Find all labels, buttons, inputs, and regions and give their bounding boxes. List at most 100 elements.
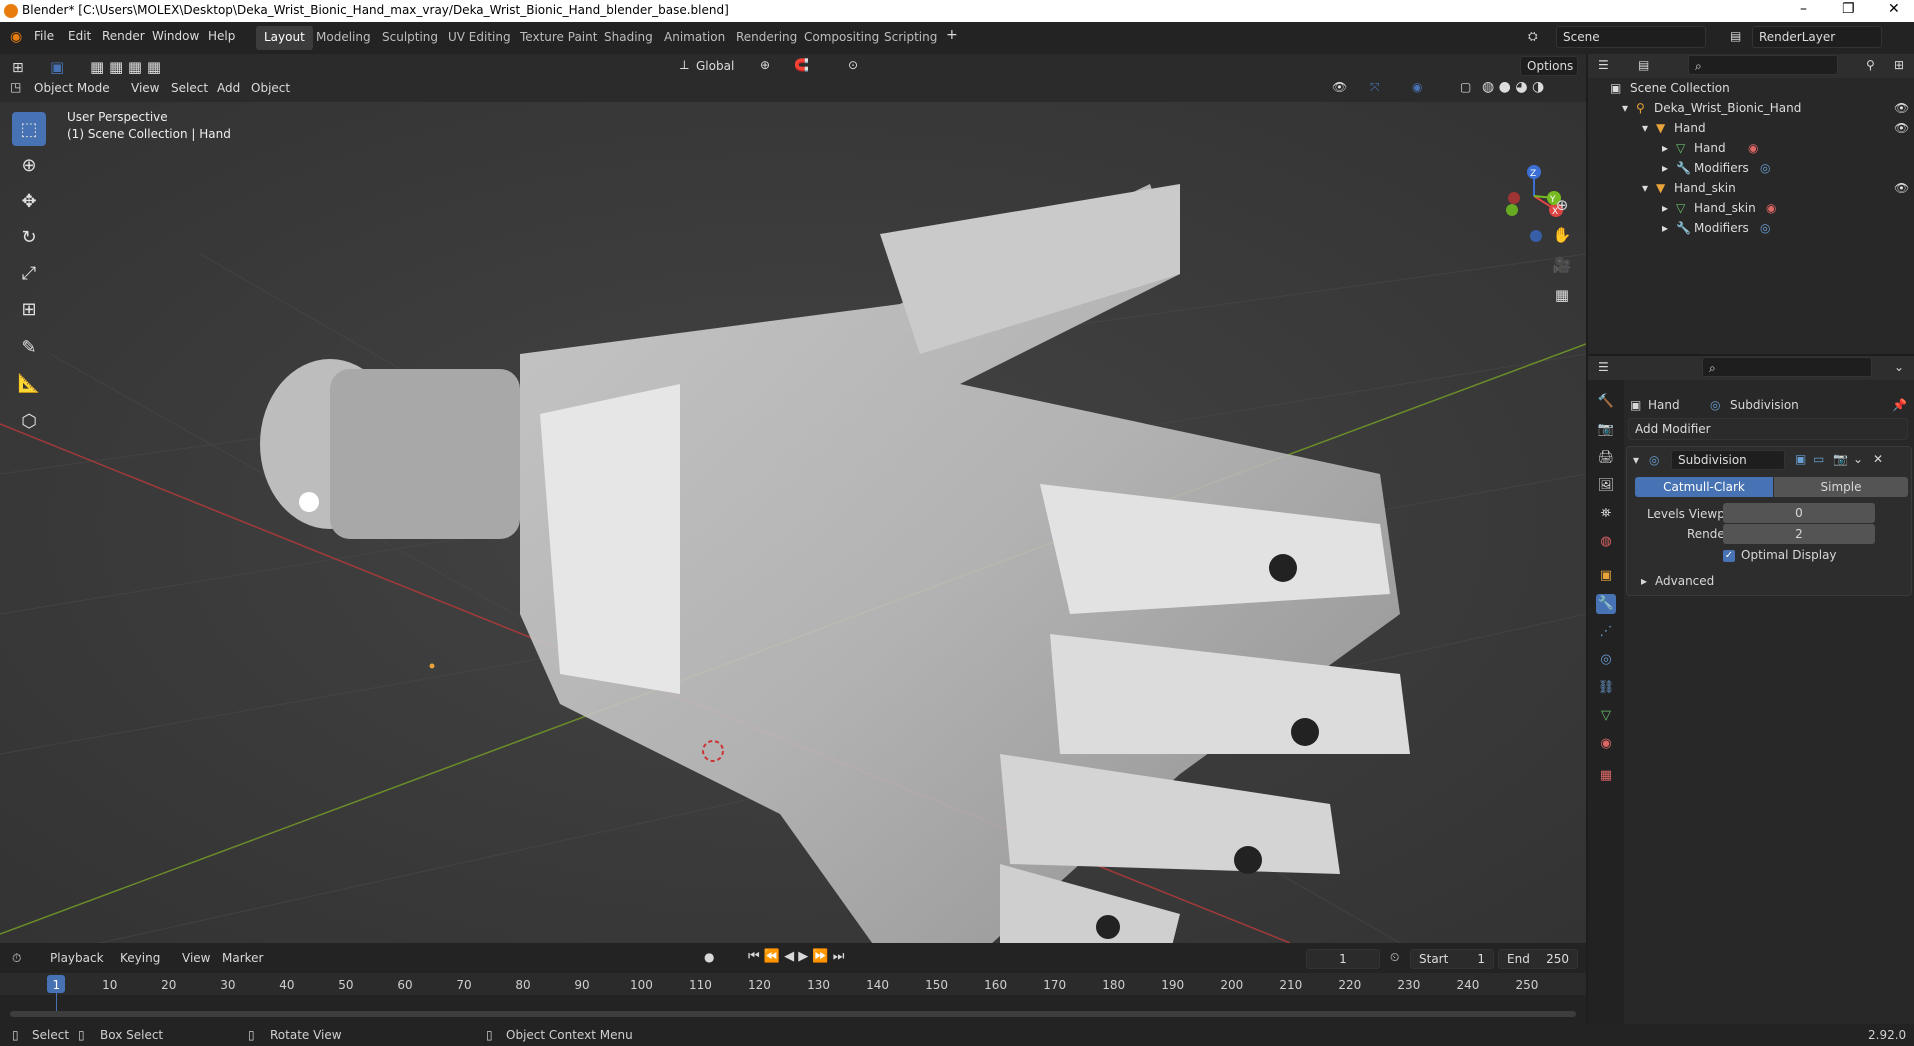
- object-mode-dropdown[interactable]: Object Mode: [34, 81, 110, 95]
- shading-modes-icon[interactable]: ◍ ● ◕ ◑: [1482, 79, 1544, 95]
- outliner-row-hand-skin-modifiers[interactable]: ▸ 🔧 Modifiers ◎: [1588, 218, 1914, 238]
- move-tool-icon[interactable]: ✥: [12, 184, 46, 218]
- menu-help[interactable]: Help: [208, 29, 235, 43]
- scale-tool-icon[interactable]: ⤢: [12, 256, 46, 290]
- eye-icon[interactable]: 👁: [1894, 101, 1909, 115]
- new-collection-icon[interactable]: ⊞: [1894, 58, 1904, 72]
- tab-sculpting[interactable]: Sculpting: [374, 26, 446, 50]
- viewport-toggle-icon[interactable]: ▭: [1813, 452, 1824, 466]
- marker-menu[interactable]: Marker: [222, 951, 263, 965]
- add-modifier-dropdown[interactable]: Add Modifier: [1628, 418, 1908, 440]
- snap-icon[interactable]: 🧲: [794, 58, 809, 72]
- pan-hand-icon[interactable]: ✋: [1549, 222, 1575, 248]
- measure-tool-icon[interactable]: 📐: [12, 366, 46, 400]
- view-layer-tab-icon[interactable]: 🖼: [1596, 476, 1616, 496]
- selection-modes-icon[interactable]: ▦ ▦ ▦ ▦: [90, 58, 161, 76]
- menu-file[interactable]: File: [34, 29, 54, 43]
- display-mode-icon[interactable]: ▤: [1638, 58, 1649, 72]
- advanced-section[interactable]: Advanced: [1655, 574, 1714, 588]
- menu-render[interactable]: Render: [102, 29, 145, 43]
- menu-view[interactable]: View: [131, 81, 159, 95]
- add-workspace-icon[interactable]: +: [946, 27, 958, 43]
- grid-toggle-icon[interactable]: ▦: [1549, 282, 1575, 308]
- expand-arrow-icon[interactable]: ▾: [1642, 121, 1648, 135]
- expand-arrow-icon[interactable]: ▸: [1662, 141, 1668, 155]
- expand-arrow-icon[interactable]: ▾: [1622, 101, 1628, 115]
- render-toggle-icon[interactable]: 📷: [1833, 452, 1848, 466]
- scene-selector[interactable]: Scene: [1556, 26, 1706, 48]
- zoom-icon[interactable]: ⊕: [1549, 192, 1575, 218]
- tab-rendering[interactable]: Rendering: [728, 26, 805, 50]
- modifier-name-input[interactable]: Subdivision: [1671, 450, 1785, 470]
- proportional-edit-icon[interactable]: ⊙: [848, 58, 858, 72]
- particles-tab-icon[interactable]: ⋰: [1596, 622, 1616, 642]
- object-tab-icon[interactable]: ▣: [1596, 566, 1616, 586]
- outliner-editor-icon[interactable]: ☰: [1598, 58, 1609, 72]
- tab-scripting[interactable]: Scripting: [876, 26, 945, 50]
- playback-controls-icon[interactable]: ⏮ ⏪ ◀ ▶ ⏩ ⏭: [748, 949, 844, 964]
- render-layer-selector[interactable]: RenderLayer: [1752, 26, 1882, 48]
- advanced-arrow-icon[interactable]: ▸: [1641, 574, 1647, 588]
- world-tab-icon[interactable]: ◍: [1596, 532, 1616, 552]
- orientation-dropdown[interactable]: Global: [696, 59, 734, 73]
- scene-tab-icon[interactable]: ⛯: [1596, 504, 1616, 524]
- visibility-icon[interactable]: 👁: [1332, 80, 1347, 94]
- outliner-row-hand-skin[interactable]: ▾ ▼ Hand_skin 👁: [1588, 178, 1914, 198]
- select-mode-icon[interactable]: ▣: [50, 58, 64, 76]
- select-box-tool-icon[interactable]: ⬚: [12, 112, 46, 146]
- expand-arrow-icon[interactable]: ▾: [1642, 181, 1648, 195]
- menu-object[interactable]: Object: [251, 81, 290, 95]
- orientation-icon[interactable]: ⟂: [680, 58, 689, 73]
- menu-window[interactable]: Window: [152, 29, 199, 43]
- outliner-row-hand[interactable]: ▾ ▼ Hand 👁: [1588, 118, 1914, 138]
- editor-type-icon[interactable]: ⊞: [12, 60, 24, 76]
- add-cube-tool-icon[interactable]: ⬡: [12, 404, 46, 438]
- material-tab-icon[interactable]: ◉: [1596, 734, 1616, 754]
- outliner-row-hand-mesh[interactable]: ▸ ▽ Hand ◉: [1588, 138, 1914, 158]
- tab-layout[interactable]: Layout: [256, 26, 313, 50]
- outliner-search-input[interactable]: ⌕: [1688, 55, 1838, 75]
- end-frame-field[interactable]: End 250: [1498, 949, 1578, 969]
- tab-modeling[interactable]: Modeling: [308, 26, 379, 50]
- scene-icon[interactable]: ⛭: [1528, 29, 1538, 44]
- texture-tab-icon[interactable]: ▦: [1596, 766, 1616, 786]
- object-mode-icon[interactable]: ◳: [10, 80, 21, 94]
- render-layer-icon[interactable]: ▤: [1730, 29, 1741, 43]
- tab-uv-editing[interactable]: UV Editing: [440, 26, 519, 50]
- restore-button[interactable]: ❐: [1842, 1, 1855, 17]
- tab-texture-paint[interactable]: Texture Paint: [512, 26, 605, 50]
- remove-modifier-icon[interactable]: ✕: [1873, 452, 1883, 466]
- expand-arrow-icon[interactable]: ▸: [1662, 201, 1668, 215]
- pin-icon[interactable]: 📌: [1892, 398, 1907, 412]
- rotate-tool-icon[interactable]: ↻: [12, 220, 46, 254]
- catmull-clark-button[interactable]: Catmull-Clark: [1635, 477, 1773, 497]
- transform-tool-icon[interactable]: ⊞: [12, 292, 46, 326]
- levels-viewport-field[interactable]: 0: [1723, 503, 1875, 523]
- eye-icon[interactable]: 👁: [1894, 181, 1909, 195]
- menu-edit[interactable]: Edit: [68, 29, 91, 43]
- modifier-tab-icon[interactable]: 🔧: [1596, 594, 1616, 614]
- cursor-tool-icon[interactable]: ⊕: [12, 148, 46, 182]
- annotate-tool-icon[interactable]: ✎: [12, 330, 46, 364]
- expand-arrow-icon[interactable]: ▸: [1662, 161, 1668, 175]
- camera-view-icon[interactable]: 🎥: [1549, 252, 1575, 278]
- render-levels-field[interactable]: 2: [1723, 524, 1875, 544]
- render-tab-icon[interactable]: 📷: [1596, 420, 1616, 440]
- 3d-viewport[interactable]: Z X Y ⊞ ▣ ▦ ▦ ▦ ▦ ⟂ Global ⊕ 🧲 ⊙ Options…: [0, 54, 1586, 943]
- overlay-toggle-icon[interactable]: ◉: [1412, 80, 1422, 94]
- simple-button[interactable]: Simple: [1774, 477, 1908, 497]
- modifier-menu-chevron-icon[interactable]: ⌄: [1853, 452, 1863, 466]
- gizmo-toggle-icon[interactable]: ⤧: [1370, 80, 1380, 95]
- menu-add[interactable]: Add: [217, 81, 240, 95]
- xray-icon[interactable]: ▢: [1460, 80, 1471, 94]
- properties-search-input[interactable]: ⌕: [1702, 357, 1872, 377]
- outliner-row-hand-modifiers[interactable]: ▸ 🔧 Modifiers ◎: [1588, 158, 1914, 178]
- output-tab-icon[interactable]: 🖨: [1596, 448, 1616, 468]
- timeline-editor-icon[interactable]: ⏱: [12, 951, 21, 966]
- physics-tab-icon[interactable]: ◎: [1596, 650, 1616, 670]
- record-keyframe-icon[interactable]: ●: [704, 950, 714, 964]
- current-frame-field[interactable]: 1: [1306, 949, 1380, 969]
- minimize-button[interactable]: –: [1800, 1, 1807, 17]
- collapse-arrow-icon[interactable]: ▾: [1633, 453, 1639, 467]
- properties-editor-icon[interactable]: ☰: [1598, 360, 1609, 374]
